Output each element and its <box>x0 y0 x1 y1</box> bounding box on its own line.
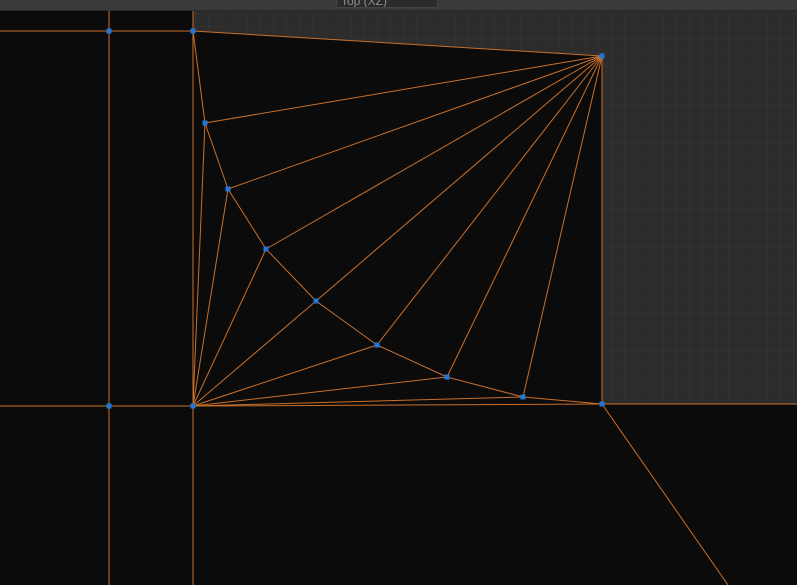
viewport-3d[interactable]: Top (XZ) <box>0 0 797 585</box>
mesh-vertex[interactable] <box>106 403 112 409</box>
mesh-vertex[interactable] <box>106 28 112 34</box>
mesh-vertex[interactable] <box>374 342 380 348</box>
mesh-vertex[interactable] <box>599 53 605 59</box>
mesh-vertex[interactable] <box>444 374 450 380</box>
mesh-vertex[interactable] <box>520 394 526 400</box>
view-name-dropdown[interactable]: Top (XZ) <box>336 0 438 8</box>
mesh-vertex[interactable] <box>225 186 231 192</box>
mesh-edge[interactable] <box>601 403 729 585</box>
mesh-vertex[interactable] <box>599 401 605 407</box>
mesh-scene[interactable] <box>0 0 797 585</box>
mesh-vertex[interactable] <box>202 120 208 126</box>
mesh-vertex[interactable] <box>190 403 196 409</box>
mesh-face <box>193 31 602 406</box>
mesh-vertex[interactable] <box>263 246 269 252</box>
mesh-vertex[interactable] <box>313 298 319 304</box>
mesh-vertex[interactable] <box>190 28 196 34</box>
